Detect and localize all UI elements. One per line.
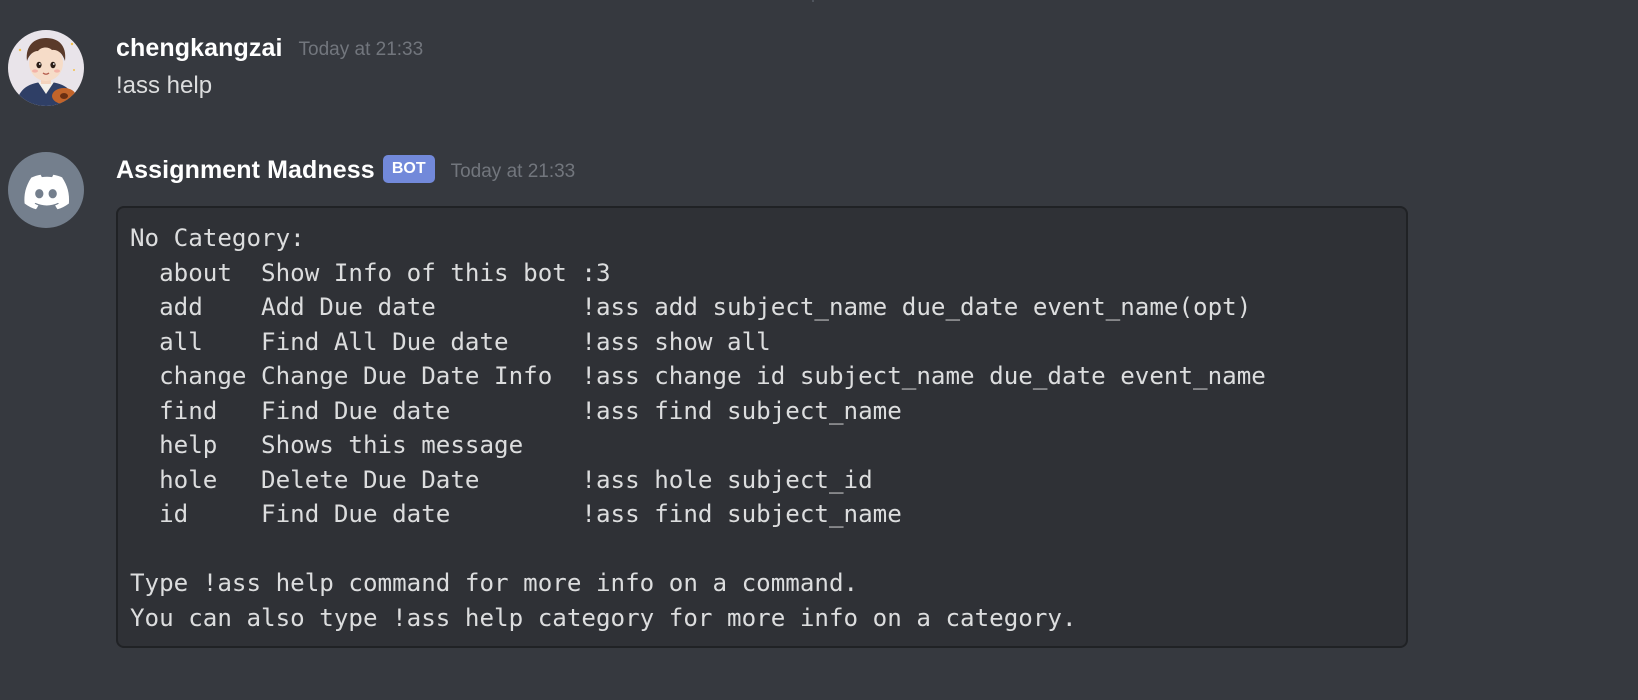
username[interactable]: chengkangzai <box>116 34 283 63</box>
discord-logo-icon <box>8 152 84 228</box>
message-content: !ass help <box>116 72 213 99</box>
bot-badge: BOT <box>382 155 435 183</box>
code-block-text: No Category: about Show Info of this bot… <box>130 224 1266 632</box>
timestamp[interactable]: Today at 21:33 <box>299 39 424 61</box>
username[interactable]: Assignment Madness <box>116 156 375 185</box>
message-header: chengkangzai Today at 21:33 <box>116 30 423 66</box>
user-avatar-cartoon-icon <box>8 30 84 106</box>
timestamp[interactable]: Today at 21:33 <box>451 161 576 183</box>
message-header: Assignment Madness BOT Today at 21:33 <box>116 152 575 188</box>
code-block: No Category: about Show Info of this bot… <box>116 206 1408 648</box>
bot-avatar[interactable] <box>8 152 84 228</box>
user-avatar[interactable] <box>8 30 84 106</box>
divider-tick <box>812 0 814 2</box>
chat-messages: chengkangzai Today at 21:33 !ass help As… <box>0 0 1638 700</box>
